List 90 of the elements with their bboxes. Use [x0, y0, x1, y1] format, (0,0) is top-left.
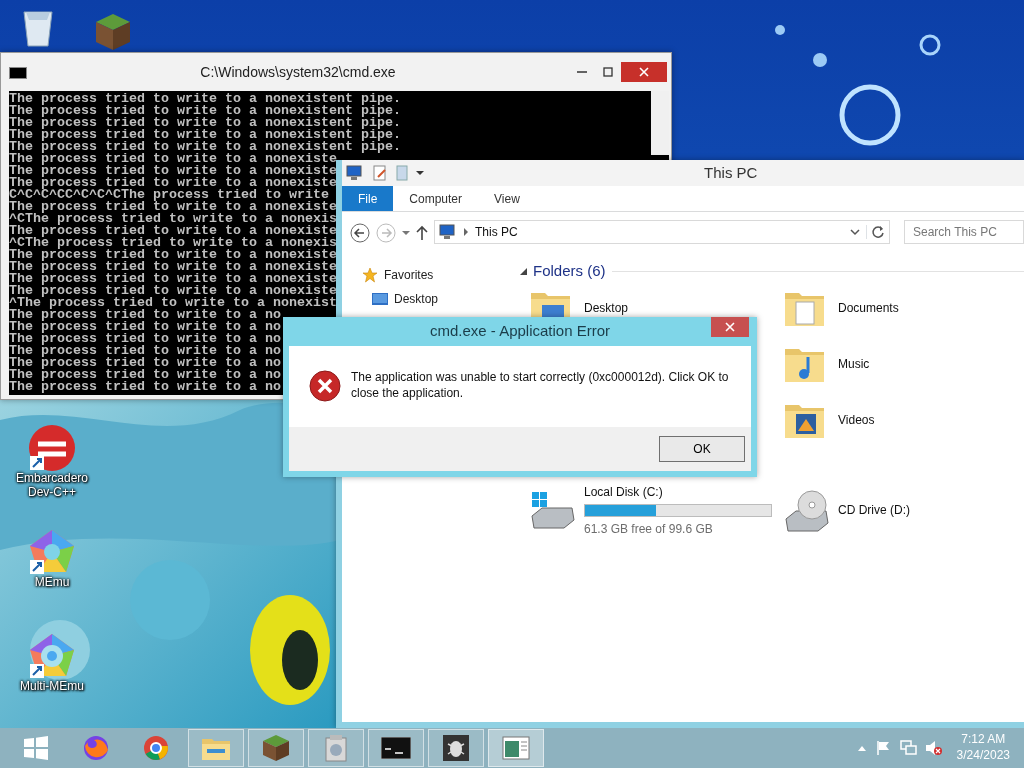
console-line: ^CThe process tried to write to a nonexis [9, 213, 337, 225]
folder-item[interactable]: Documents [774, 284, 1014, 331]
address-bar[interactable]: This PC [434, 220, 890, 244]
desktop-icon [372, 293, 388, 305]
window-title: C:\Windows\system32\cmd.exe [199, 62, 397, 82]
console-line: The process tried to write to a no [9, 321, 281, 333]
ribbon-tab[interactable]: View [478, 186, 536, 211]
close-icon [639, 67, 649, 77]
nav-item[interactable]: Favorites [362, 266, 510, 284]
caret-icon [402, 229, 410, 236]
scrollbar[interactable] [651, 91, 669, 155]
taskbar-button[interactable] [428, 729, 484, 767]
console-line: The process tried to write to a nonexiste [9, 165, 337, 177]
console-line: The process tried to write to a no [9, 369, 281, 381]
error-icon [309, 370, 341, 402]
dialog-title: cmd.exe - Application Error [429, 321, 611, 342]
computer-icon [439, 224, 457, 240]
close-button[interactable] [711, 317, 749, 337]
folder-icon [396, 165, 408, 181]
minimize-icon [577, 71, 587, 73]
console-line: The process tried to write to a nonexiste [9, 177, 337, 189]
taskbar-button[interactable] [368, 729, 424, 767]
console-line: The process tried to write to a nonexiste [9, 153, 337, 165]
console-icon [9, 66, 27, 79]
cd-drive-icon [782, 487, 830, 533]
ribbon-tab[interactable]: Computer [393, 186, 479, 211]
console-line: The process tried to write to a nonexiste [9, 273, 337, 285]
error-message: The application was unable to start correctly (0xc000012d). Click OK to close the application. [351, 370, 730, 402]
installer-icon [324, 734, 348, 762]
maximize-icon [603, 67, 613, 77]
properties-icon [372, 165, 388, 181]
taskbar-button[interactable] [248, 729, 304, 767]
console-line: The process tried to write to a nonexiste [9, 261, 337, 273]
console-line: C^C^C^CC^C^C^CThe process tried to write [9, 189, 329, 201]
back-button[interactable] [350, 220, 370, 244]
muted-speaker-icon [924, 740, 943, 756]
pentagon-icon [28, 528, 76, 576]
close-icon [725, 322, 735, 332]
search-field[interactable]: Search This PC [904, 220, 1024, 244]
chevron-down-icon [850, 228, 860, 236]
chevron-icon [463, 228, 469, 236]
group-header[interactable]: Folders (6) [533, 260, 606, 283]
grass-block-icon [94, 12, 132, 52]
console-line: ^CThe process tried to write to a nonexis [9, 237, 337, 249]
console-line: The process tried to write to a no [9, 357, 281, 369]
console-line: The process tried to write to a nonexiste [9, 225, 337, 237]
console-line: The process tried to write to a nonexistent pipe. [9, 93, 401, 105]
chrome-icon [142, 734, 170, 762]
forward-icon [376, 222, 396, 243]
folder-item[interactable]: Videos [774, 396, 1014, 443]
ok-button[interactable]: OK [659, 436, 745, 462]
console-line: The process tried to write to a no [9, 333, 281, 345]
network-icon [898, 740, 917, 756]
console-line: The process tried to write to a no [9, 309, 281, 321]
collapse-icon [520, 267, 527, 275]
refresh-icon [871, 225, 885, 239]
close-button[interactable] [621, 62, 667, 82]
console-line: ^The process tried to write to a nonexist [9, 297, 337, 309]
window-title: This PC [704, 162, 758, 183]
console-line: The process tried to write to a nonexistent pipe. [9, 141, 401, 153]
console-line: The process tried to write to a no [9, 381, 281, 393]
bug-icon [443, 735, 469, 761]
console-line: The process tried to write to a nonexiste [9, 201, 337, 213]
console-line: The process tried to write to a nonexiste [9, 285, 337, 297]
console-line: The process tried to write to a nonexiste [9, 249, 337, 261]
hard-drive-icon [528, 490, 576, 530]
folder-item[interactable]: Music [774, 340, 1014, 387]
drive-item[interactable]: Local Disk (C:) 61.3 GB free of 99.6 GB [520, 482, 774, 538]
flag-icon [874, 740, 891, 756]
computer-icon [346, 165, 364, 181]
console-line: The process tried to write to a no [9, 345, 281, 357]
console-line: The process tried to write to a nonexistent pipe. [9, 129, 401, 141]
up-caret-icon [856, 744, 867, 752]
back-icon [350, 222, 370, 243]
nav-item[interactable]: Desktop [362, 290, 510, 308]
fox-globe-icon [82, 734, 110, 762]
grass-block-icon [262, 734, 290, 762]
console-line: The process tried to write to a nonexistent pipe. [9, 117, 401, 129]
up-arrow-icon [416, 224, 428, 241]
console-line: The process tried to write to a nonexistent pipe. [9, 105, 401, 117]
pentagon-icon [28, 632, 76, 680]
ribbon-tab[interactable]: File [342, 186, 394, 211]
windows-logo-icon [22, 734, 50, 762]
window-icon [502, 736, 530, 760]
caret-icon [416, 170, 424, 176]
star-icon [362, 267, 378, 283]
drive-item[interactable]: CD Drive (D:) [774, 482, 1014, 538]
dev-cpp-icon [28, 424, 76, 472]
address-path: This PC [475, 224, 519, 241]
console-icon [381, 737, 411, 759]
